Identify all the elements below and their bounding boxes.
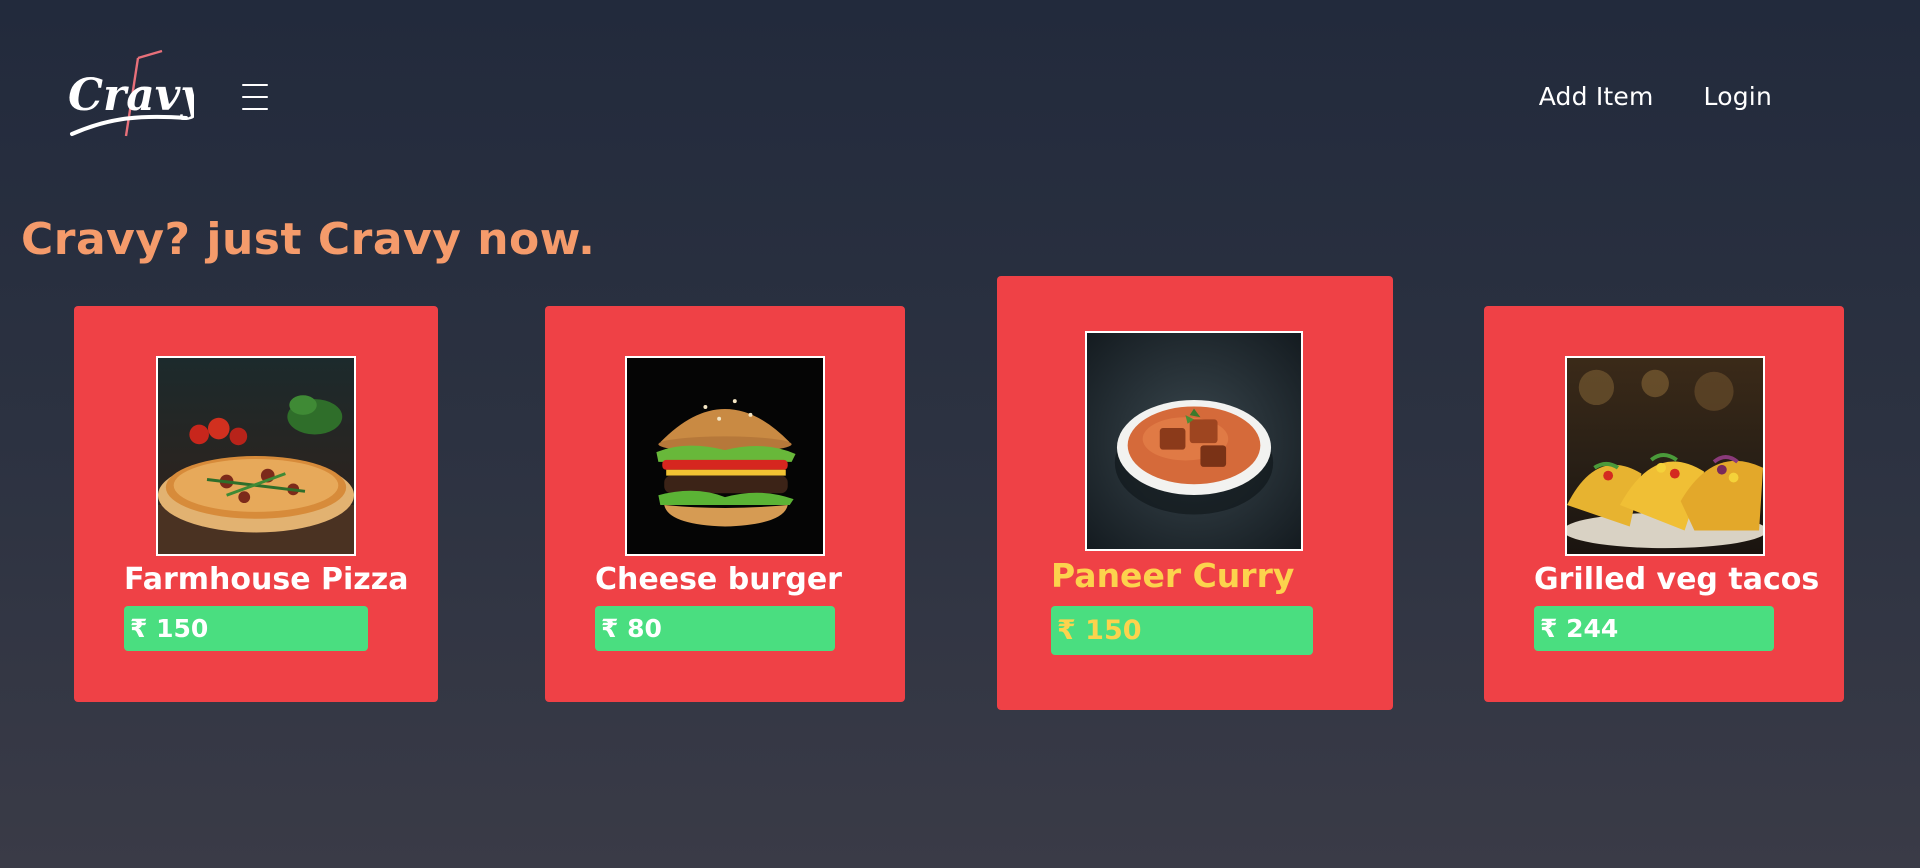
- price-badge[interactable]: ₹ 150: [124, 606, 368, 651]
- top-navbar: Cravy Add Item Login: [0, 0, 1920, 200]
- tacos-image: [1565, 356, 1765, 556]
- food-name: Grilled veg tacos: [1534, 562, 1820, 597]
- add-item-link[interactable]: Add Item: [1539, 82, 1654, 111]
- hamburger-menu-icon[interactable]: [242, 80, 270, 120]
- food-name: Paneer Curry: [1051, 556, 1295, 595]
- food-card[interactable]: Farmhouse Pizza ₹ 150: [74, 306, 438, 702]
- food-card[interactable]: Paneer Curry ₹ 150: [997, 276, 1393, 710]
- food-name: Cheese burger: [595, 562, 842, 597]
- nav-links: Add Item Login: [1539, 82, 1772, 111]
- pizza-image: [156, 356, 356, 556]
- food-card[interactable]: Cheese burger ₹ 80: [545, 306, 905, 702]
- curry-image: [1085, 331, 1303, 551]
- food-name: Farmhouse Pizza: [124, 562, 409, 597]
- logo-wordmark: Cravy: [68, 70, 194, 121]
- login-link[interactable]: Login: [1704, 82, 1772, 111]
- cravy-logo[interactable]: Cravy: [64, 48, 209, 144]
- price-badge[interactable]: ₹ 80: [595, 606, 835, 651]
- page-tagline: Cravy? just Cravy now.: [21, 214, 596, 265]
- price-badge[interactable]: ₹ 150: [1051, 606, 1313, 655]
- price-badge[interactable]: ₹ 244: [1534, 606, 1774, 651]
- food-card[interactable]: Grilled veg tacos ₹ 244: [1484, 306, 1844, 702]
- burger-image: [625, 356, 825, 556]
